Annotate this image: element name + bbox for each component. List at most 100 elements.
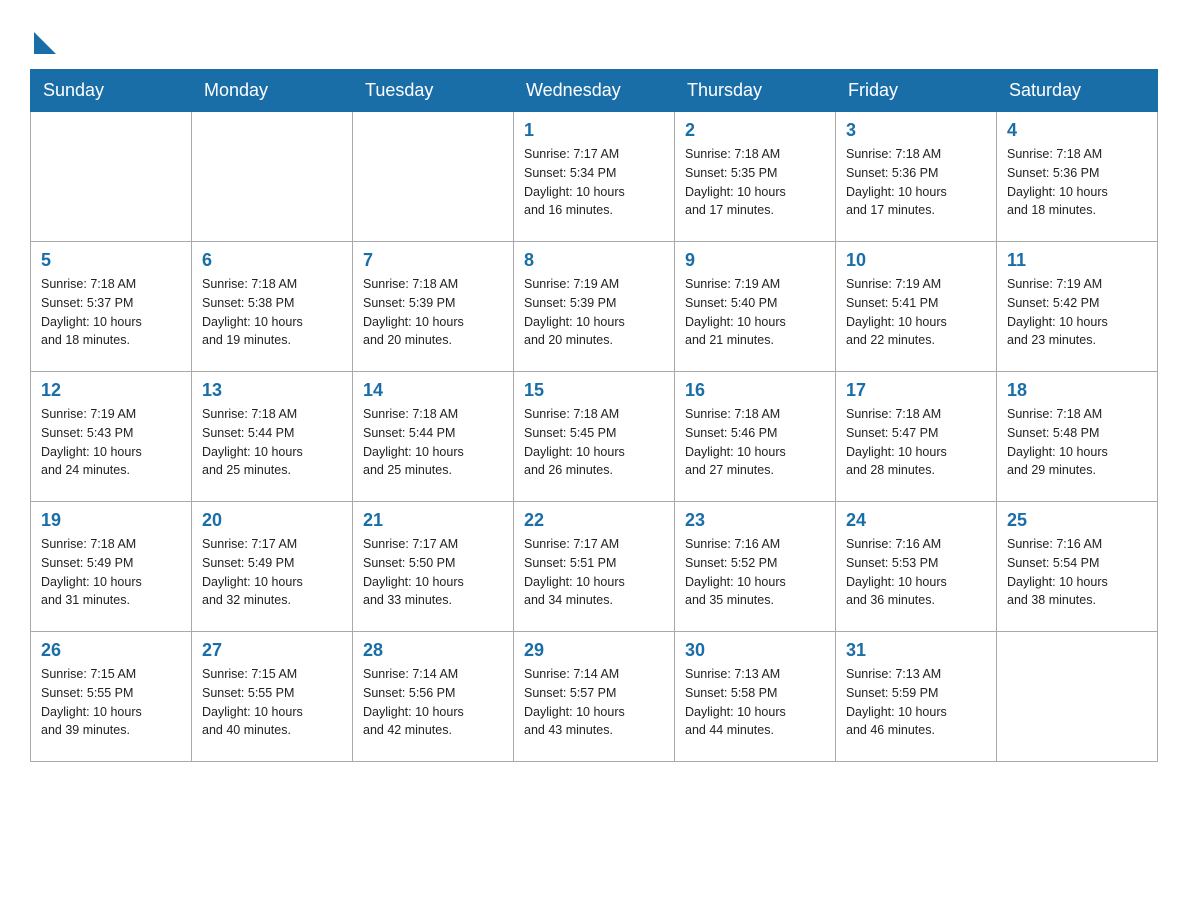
day-number: 9 — [685, 250, 825, 271]
calendar-cell: 16 Sunrise: 7:18 AM Sunset: 5:46 PM Dayli… — [675, 372, 836, 502]
day-number: 29 — [524, 640, 664, 661]
day-number: 24 — [846, 510, 986, 531]
day-number: 26 — [41, 640, 181, 661]
calendar-cell: 22 Sunrise: 7:17 AM Sunset: 5:51 PM Dayli… — [514, 502, 675, 632]
day-number: 25 — [1007, 510, 1147, 531]
day-number: 6 — [202, 250, 342, 271]
day-number: 27 — [202, 640, 342, 661]
calendar-cell: 12 Sunrise: 7:19 AM Sunset: 5:43 PM Dayli… — [31, 372, 192, 502]
calendar-cell: 29 Sunrise: 7:14 AM Sunset: 5:57 PM Dayli… — [514, 632, 675, 762]
page-header — [30, 20, 1158, 59]
calendar-cell: 15 Sunrise: 7:18 AM Sunset: 5:45 PM Dayli… — [514, 372, 675, 502]
day-info: Sunrise: 7:15 AM Sunset: 5:55 PM Dayligh… — [202, 665, 342, 740]
calendar-cell: 10Sunrise: 7:19 AM Sunset: 5:41 PM Dayli… — [836, 242, 997, 372]
day-info: Sunrise: 7:19 AM Sunset: 5:41 PM Dayligh… — [846, 275, 986, 350]
calendar-cell: 14 Sunrise: 7:18 AM Sunset: 5:44 PM Dayli… — [353, 372, 514, 502]
logo-arrow-icon — [34, 32, 56, 54]
calendar-cell: 5Sunrise: 7:18 AM Sunset: 5:37 PM Daylig… — [31, 242, 192, 372]
calendar-cell: 26Sunrise: 7:15 AM Sunset: 5:55 PM Dayli… — [31, 632, 192, 762]
day-info: Sunrise: 7:18 AM Sunset: 5:44 PM Dayligh… — [363, 405, 503, 480]
day-info: Sunrise: 7:19 AM Sunset: 5:40 PM Dayligh… — [685, 275, 825, 350]
weekday-header-monday: Monday — [192, 70, 353, 112]
calendar-week-row: 19Sunrise: 7:18 AM Sunset: 5:49 PM Dayli… — [31, 502, 1158, 632]
calendar-cell: 3 Sunrise: 7:18 AM Sunset: 5:36 PM Daylig… — [836, 112, 997, 242]
day-info: Sunrise: 7:16 AM Sunset: 5:53 PM Dayligh… — [846, 535, 986, 610]
calendar-cell: 7 Sunrise: 7:18 AM Sunset: 5:39 PM Daylig… — [353, 242, 514, 372]
day-info: Sunrise: 7:19 AM Sunset: 5:43 PM Dayligh… — [41, 405, 181, 480]
day-info: Sunrise: 7:19 AM Sunset: 5:39 PM Dayligh… — [524, 275, 664, 350]
calendar-cell: 30Sunrise: 7:13 AM Sunset: 5:58 PM Dayli… — [675, 632, 836, 762]
calendar-cell: 8 Sunrise: 7:19 AM Sunset: 5:39 PM Daylig… — [514, 242, 675, 372]
calendar-cell — [31, 112, 192, 242]
day-info: Sunrise: 7:18 AM Sunset: 5:37 PM Dayligh… — [41, 275, 181, 350]
calendar-cell: 23 Sunrise: 7:16 AM Sunset: 5:52 PM Dayli… — [675, 502, 836, 632]
calendar-cell: 28Sunrise: 7:14 AM Sunset: 5:56 PM Dayli… — [353, 632, 514, 762]
day-info: Sunrise: 7:18 AM Sunset: 5:48 PM Dayligh… — [1007, 405, 1147, 480]
day-number: 22 — [524, 510, 664, 531]
day-info: Sunrise: 7:17 AM Sunset: 5:34 PM Dayligh… — [524, 145, 664, 220]
day-info: Sunrise: 7:18 AM Sunset: 5:46 PM Dayligh… — [685, 405, 825, 480]
calendar-week-row: 5Sunrise: 7:18 AM Sunset: 5:37 PM Daylig… — [31, 242, 1158, 372]
day-info: Sunrise: 7:18 AM Sunset: 5:45 PM Dayligh… — [524, 405, 664, 480]
calendar-cell: 18 Sunrise: 7:18 AM Sunset: 5:48 PM Dayli… — [997, 372, 1158, 502]
day-info: Sunrise: 7:19 AM Sunset: 5:42 PM Dayligh… — [1007, 275, 1147, 350]
day-number: 20 — [202, 510, 342, 531]
day-number: 18 — [1007, 380, 1147, 401]
day-number: 14 — [363, 380, 503, 401]
day-info: Sunrise: 7:14 AM Sunset: 5:57 PM Dayligh… — [524, 665, 664, 740]
day-info: Sunrise: 7:16 AM Sunset: 5:52 PM Dayligh… — [685, 535, 825, 610]
weekday-header-wednesday: Wednesday — [514, 70, 675, 112]
day-info: Sunrise: 7:13 AM Sunset: 5:59 PM Dayligh… — [846, 665, 986, 740]
calendar-cell: 21 Sunrise: 7:17 AM Sunset: 5:50 PM Dayli… — [353, 502, 514, 632]
logo — [30, 30, 56, 59]
weekday-header-friday: Friday — [836, 70, 997, 112]
weekday-header-saturday: Saturday — [997, 70, 1158, 112]
day-number: 21 — [363, 510, 503, 531]
calendar-cell: 24 Sunrise: 7:16 AM Sunset: 5:53 PM Dayli… — [836, 502, 997, 632]
calendar-cell: 27 Sunrise: 7:15 AM Sunset: 5:55 PM Dayli… — [192, 632, 353, 762]
calendar-cell: 19Sunrise: 7:18 AM Sunset: 5:49 PM Dayli… — [31, 502, 192, 632]
calendar-cell: 17Sunrise: 7:18 AM Sunset: 5:47 PM Dayli… — [836, 372, 997, 502]
day-info: Sunrise: 7:18 AM Sunset: 5:49 PM Dayligh… — [41, 535, 181, 610]
calendar-cell: 31 Sunrise: 7:13 AM Sunset: 5:59 PM Dayli… — [836, 632, 997, 762]
calendar-cell: 9 Sunrise: 7:19 AM Sunset: 5:40 PM Daylig… — [675, 242, 836, 372]
calendar-cell — [192, 112, 353, 242]
calendar-cell: 4 Sunrise: 7:18 AM Sunset: 5:36 PM Daylig… — [997, 112, 1158, 242]
day-info: Sunrise: 7:18 AM Sunset: 5:35 PM Dayligh… — [685, 145, 825, 220]
day-number: 8 — [524, 250, 664, 271]
calendar-week-row: 1Sunrise: 7:17 AM Sunset: 5:34 PM Daylig… — [31, 112, 1158, 242]
day-number: 16 — [685, 380, 825, 401]
day-info: Sunrise: 7:13 AM Sunset: 5:58 PM Dayligh… — [685, 665, 825, 740]
calendar-cell: 1Sunrise: 7:17 AM Sunset: 5:34 PM Daylig… — [514, 112, 675, 242]
day-number: 23 — [685, 510, 825, 531]
calendar-week-row: 12 Sunrise: 7:19 AM Sunset: 5:43 PM Dayli… — [31, 372, 1158, 502]
weekday-header-sunday: Sunday — [31, 70, 192, 112]
day-info: Sunrise: 7:18 AM Sunset: 5:47 PM Dayligh… — [846, 405, 986, 480]
calendar-table: SundayMondayTuesdayWednesdayThursdayFrid… — [30, 69, 1158, 762]
day-info: Sunrise: 7:18 AM Sunset: 5:39 PM Dayligh… — [363, 275, 503, 350]
weekday-header-tuesday: Tuesday — [353, 70, 514, 112]
day-info: Sunrise: 7:18 AM Sunset: 5:36 PM Dayligh… — [1007, 145, 1147, 220]
calendar-cell: 11 Sunrise: 7:19 AM Sunset: 5:42 PM Dayli… — [997, 242, 1158, 372]
calendar-header-row: SundayMondayTuesdayWednesdayThursdayFrid… — [31, 70, 1158, 112]
day-number: 3 — [846, 120, 986, 141]
calendar-cell — [997, 632, 1158, 762]
day-info: Sunrise: 7:18 AM Sunset: 5:36 PM Dayligh… — [846, 145, 986, 220]
day-info: Sunrise: 7:17 AM Sunset: 5:51 PM Dayligh… — [524, 535, 664, 610]
day-info: Sunrise: 7:18 AM Sunset: 5:38 PM Dayligh… — [202, 275, 342, 350]
day-number: 12 — [41, 380, 181, 401]
day-number: 4 — [1007, 120, 1147, 141]
calendar-cell: 20 Sunrise: 7:17 AM Sunset: 5:49 PM Dayli… — [192, 502, 353, 632]
day-number: 15 — [524, 380, 664, 401]
calendar-cell: 25Sunrise: 7:16 AM Sunset: 5:54 PM Dayli… — [997, 502, 1158, 632]
day-number: 28 — [363, 640, 503, 661]
day-number: 11 — [1007, 250, 1147, 271]
day-number: 2 — [685, 120, 825, 141]
day-number: 7 — [363, 250, 503, 271]
day-info: Sunrise: 7:17 AM Sunset: 5:50 PM Dayligh… — [363, 535, 503, 610]
calendar-cell: 13Sunrise: 7:18 AM Sunset: 5:44 PM Dayli… — [192, 372, 353, 502]
day-info: Sunrise: 7:17 AM Sunset: 5:49 PM Dayligh… — [202, 535, 342, 610]
weekday-header-thursday: Thursday — [675, 70, 836, 112]
calendar-cell — [353, 112, 514, 242]
day-number: 31 — [846, 640, 986, 661]
